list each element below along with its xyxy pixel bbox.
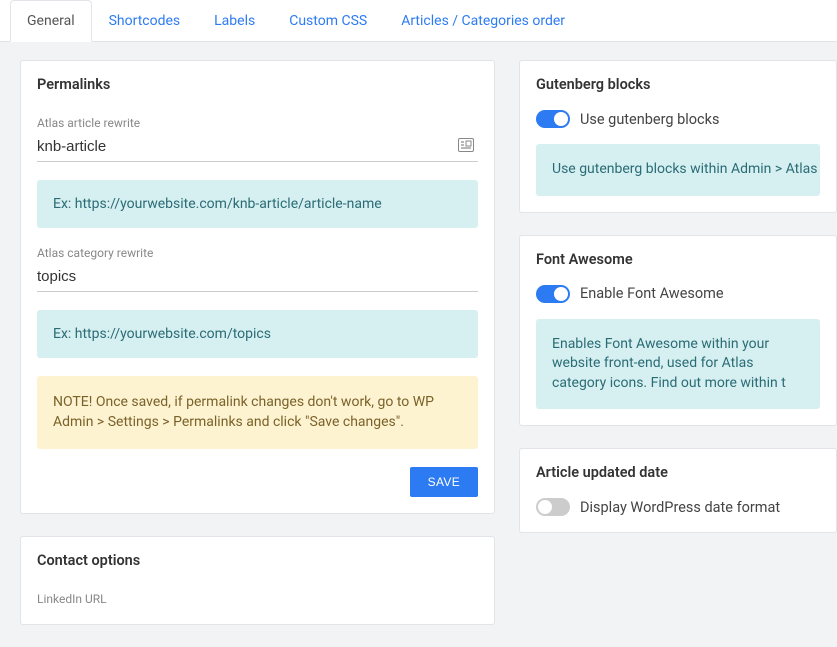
contact-title: Contact options — [21, 537, 494, 584]
article-rewrite-input[interactable] — [37, 132, 478, 162]
tab-shortcodes[interactable]: Shortcodes — [92, 0, 198, 41]
save-button[interactable]: SAVE — [410, 467, 478, 497]
fontawesome-title: Font Awesome — [520, 236, 836, 283]
category-rewrite-label: Atlas category rewrite — [37, 246, 478, 260]
gutenberg-info: Use gutenberg blocks within Admin > Atla… — [536, 144, 820, 196]
tab-labels[interactable]: Labels — [197, 0, 272, 41]
article-date-toggle[interactable] — [536, 498, 570, 516]
settings-tabs: General Shortcodes Labels Custom CSS Art… — [0, 0, 837, 42]
article-date-title: Article updated date — [520, 449, 836, 496]
tab-articles-order[interactable]: Articles / Categories order — [384, 0, 582, 41]
gutenberg-toggle-label: Use gutenberg blocks — [580, 111, 719, 128]
category-rewrite-hint: Ex: https://yourwebsite.com/topics — [37, 310, 478, 358]
gutenberg-panel: Gutenberg blocks Use gutenberg blocks Us… — [519, 60, 837, 213]
article-rewrite-hint: Ex: https://yourwebsite.com/knb-article/… — [37, 180, 478, 228]
gutenberg-title: Gutenberg blocks — [520, 61, 836, 108]
category-rewrite-input[interactable] — [37, 262, 478, 292]
tab-general[interactable]: General — [10, 0, 92, 42]
contact-panel: Contact options LinkedIn URL — [20, 536, 495, 625]
article-rewrite-label: Atlas article rewrite — [37, 116, 478, 130]
fontawesome-info: Enables Font Awesome within your website… — [536, 319, 820, 410]
tab-custom-css[interactable]: Custom CSS — [272, 0, 384, 41]
permalinks-panel: Permalinks Atlas article rewrite — [20, 60, 495, 514]
linkedin-url-label: LinkedIn URL — [37, 592, 478, 606]
article-date-panel: Article updated date Display WordPress d… — [519, 448, 837, 533]
fontawesome-panel: Font Awesome Enable Font Awesome Enables… — [519, 235, 837, 427]
fontawesome-toggle-label: Enable Font Awesome — [580, 285, 724, 302]
fontawesome-toggle[interactable] — [536, 285, 570, 303]
card-icon — [458, 138, 474, 156]
gutenberg-toggle[interactable] — [536, 110, 570, 128]
permalinks-note: NOTE! Once saved, if permalink changes d… — [37, 376, 478, 449]
permalinks-title: Permalinks — [21, 61, 494, 108]
article-date-toggle-label: Display WordPress date format — [580, 499, 780, 516]
